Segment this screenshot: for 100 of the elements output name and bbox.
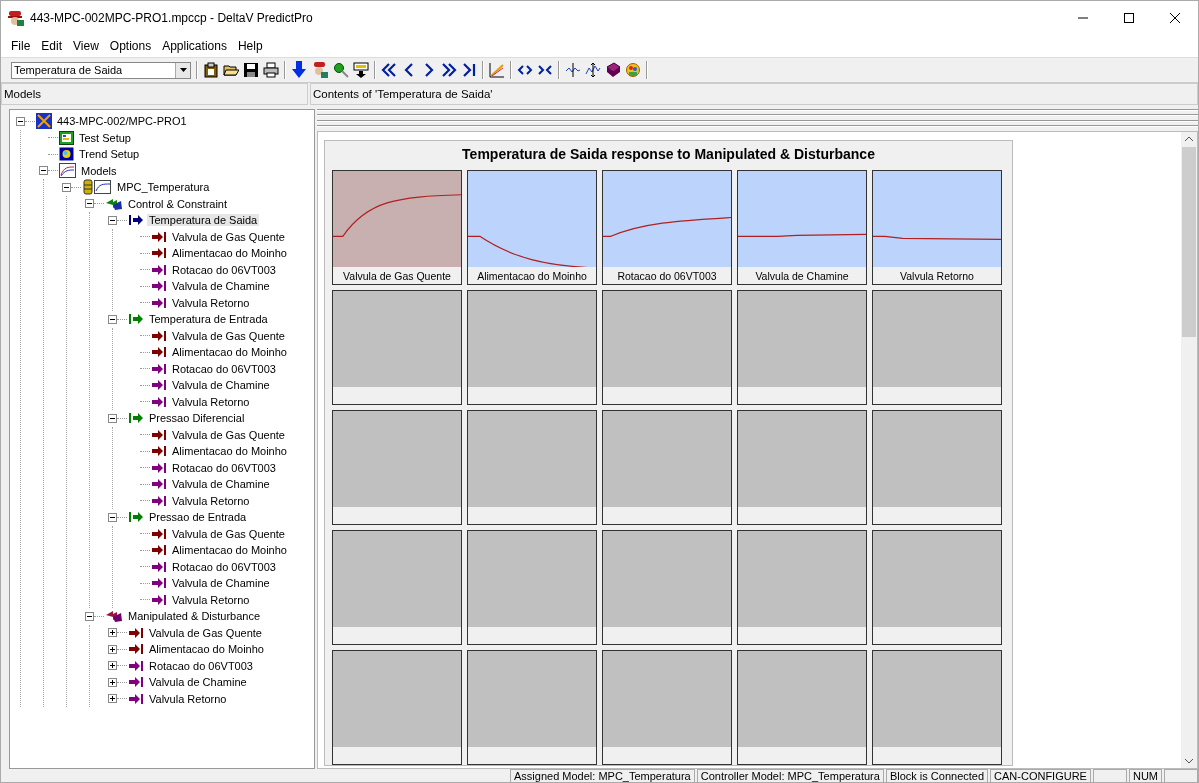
tree-item[interactable]: Valvula de Gas Quente (170, 428, 287, 441)
tree-item[interactable]: Control & Constraint (126, 197, 230, 210)
tree-item[interactable]: Valvula de Gas Quente (170, 329, 287, 342)
tree-item[interactable]: Valvula de Gas Quente (170, 230, 287, 243)
menu-item[interactable]: Applications (156, 38, 232, 53)
arrow-icon (151, 362, 167, 375)
tree-item[interactable]: Valvula de Chamine (170, 577, 272, 590)
arrow-icon (151, 478, 167, 491)
scroll-up-icon[interactable] (1185, 136, 1193, 141)
model-icon (82, 179, 112, 196)
tree-item[interactable]: Alimentacao do Moinho (170, 247, 289, 260)
folder-open-icon[interactable] (223, 62, 239, 78)
tree-item[interactable]: Valvula de Chamine (170, 280, 272, 293)
collapse-toggle[interactable] (108, 314, 117, 324)
menu-item[interactable]: Options (103, 38, 157, 53)
arrow-icon (151, 247, 167, 260)
tree-item[interactable]: 443-MPC-002/MPC-PRO1 (55, 115, 189, 128)
tree-item[interactable]: Valvula Retorno (170, 395, 252, 408)
tree-item[interactable]: Valvula Retorno (170, 296, 252, 309)
response-plot-tile[interactable]: Valvula de Gas Quente (332, 170, 462, 285)
last-icon[interactable] (461, 62, 477, 78)
tree-item[interactable]: MPC_Temperatura (115, 181, 212, 194)
collapse-toggle[interactable] (16, 116, 25, 126)
arrow-icon (151, 428, 167, 441)
tree-item[interactable]: Pressao Diferencial (147, 412, 247, 425)
collapse-toggle[interactable] (39, 166, 48, 176)
tree-item[interactable]: Valvula de Gas Quente (170, 527, 287, 540)
tree-item[interactable]: Models (79, 164, 119, 177)
collapse-toggle[interactable] (108, 512, 117, 522)
download-arrow-icon[interactable] (291, 61, 307, 79)
model-selector[interactable]: Temperatura de Saida (11, 61, 191, 79)
tree-item[interactable]: Valvula de Chamine (170, 379, 272, 392)
expand-toggle[interactable] (108, 677, 117, 687)
collapse-toggle[interactable] (108, 215, 117, 225)
arrow-icon (128, 214, 144, 227)
status-text: NUM (1128, 769, 1162, 782)
panel-title: Temperatura de Saida response to Manipulated & Disturbance (461, 145, 876, 164)
search-icon[interactable] (333, 62, 349, 78)
tree-item[interactable]: Rotacao do 06VT003 (147, 659, 255, 672)
response-plot-tile[interactable]: Rotacao do 06VT003 (602, 170, 732, 285)
response-plot-tile[interactable]: Alimentacao do Moinho (467, 170, 597, 285)
tree-item[interactable]: Valvula de Gas Quente (147, 626, 264, 639)
chart-icon[interactable] (489, 62, 505, 78)
tree-item[interactable]: Temperatura de Entrada (147, 313, 270, 326)
arrow-icon (128, 511, 144, 524)
menu-item[interactable]: File (5, 38, 36, 53)
tree-item[interactable]: Alimentacao do Moinho (170, 346, 289, 359)
collapse-toggle[interactable] (85, 199, 94, 209)
tree-item[interactable]: Valvula de Chamine (147, 676, 249, 689)
collapse-toggle[interactable] (108, 413, 117, 423)
person-icon[interactable] (311, 61, 329, 79)
tree-item[interactable]: Rotacao do 06VT003 (170, 461, 278, 474)
expand-toggle[interactable] (108, 661, 117, 671)
caret-icon (179, 68, 187, 72)
tree-item[interactable]: Alimentacao do Moinho (170, 544, 289, 557)
tree-item[interactable]: Alimentacao do Moinho (147, 643, 266, 656)
model-file-icon (36, 113, 52, 130)
pane-header: Models (1, 83, 308, 105)
clipboard-icon[interactable] (203, 62, 219, 78)
response-plot-tile[interactable]: Valvula Retorno (872, 170, 1002, 285)
tree-item[interactable]: Alimentacao do Moinho (170, 445, 289, 458)
arrow-icon (128, 643, 144, 656)
scroll-down-icon[interactable] (1185, 759, 1193, 764)
status-text: Controller Model: MPC_Temperatura (696, 769, 884, 782)
arrow-icon (151, 230, 167, 243)
collapse-toggle[interactable] (62, 182, 71, 192)
arrow-icon (151, 445, 167, 458)
arrow-icon (151, 461, 167, 474)
expand-toggle[interactable] (108, 694, 117, 704)
save-icon[interactable] (243, 62, 259, 78)
collapse-toggle[interactable] (85, 611, 94, 621)
wave-icon[interactable] (585, 62, 601, 78)
import-icon[interactable] (353, 62, 369, 78)
printer-icon[interactable] (263, 62, 279, 78)
forward-icon[interactable] (441, 62, 457, 78)
plot-label: Valvula de Gas Quente (343, 269, 451, 282)
tree-item[interactable]: Test Setup (77, 131, 133, 144)
tree-item[interactable]: Rotacao do 06VT003 (170, 263, 278, 276)
tree-item[interactable]: Trend Setup (77, 148, 142, 161)
arrow-icon (151, 544, 167, 557)
tree-item[interactable]: Rotacao do 06VT003 (170, 560, 278, 573)
tree-item[interactable]: Temperatura de Saida (147, 214, 260, 227)
menu-item[interactable]: Edit (35, 38, 68, 53)
first-icon[interactable] (381, 62, 397, 78)
tree-item[interactable]: Pressao de Entrada (147, 511, 249, 524)
status-text: Block is Connected (885, 769, 989, 782)
vertical-scrollbar[interactable] (1181, 132, 1197, 768)
expand-toggle[interactable] (108, 644, 117, 654)
tree-item[interactable]: Rotacao do 06VT003 (170, 362, 278, 375)
wave-icon[interactable] (565, 62, 581, 78)
arrow-icon (128, 692, 144, 705)
tree-item[interactable]: Valvula de Chamine (170, 478, 272, 491)
tree-item[interactable]: Valvula Retorno (170, 593, 252, 606)
tree-item[interactable]: Valvula Retorno (147, 692, 229, 705)
response-plot-tile[interactable]: Valvula de Chamine (737, 170, 867, 285)
tree-item[interactable]: Manipulated & Disturbance (126, 610, 263, 623)
menu-item[interactable]: View (67, 38, 104, 53)
tree-item[interactable]: Valvula Retorno (170, 494, 252, 507)
menu-item[interactable]: Help (231, 38, 268, 53)
expand-toggle[interactable] (108, 628, 117, 638)
